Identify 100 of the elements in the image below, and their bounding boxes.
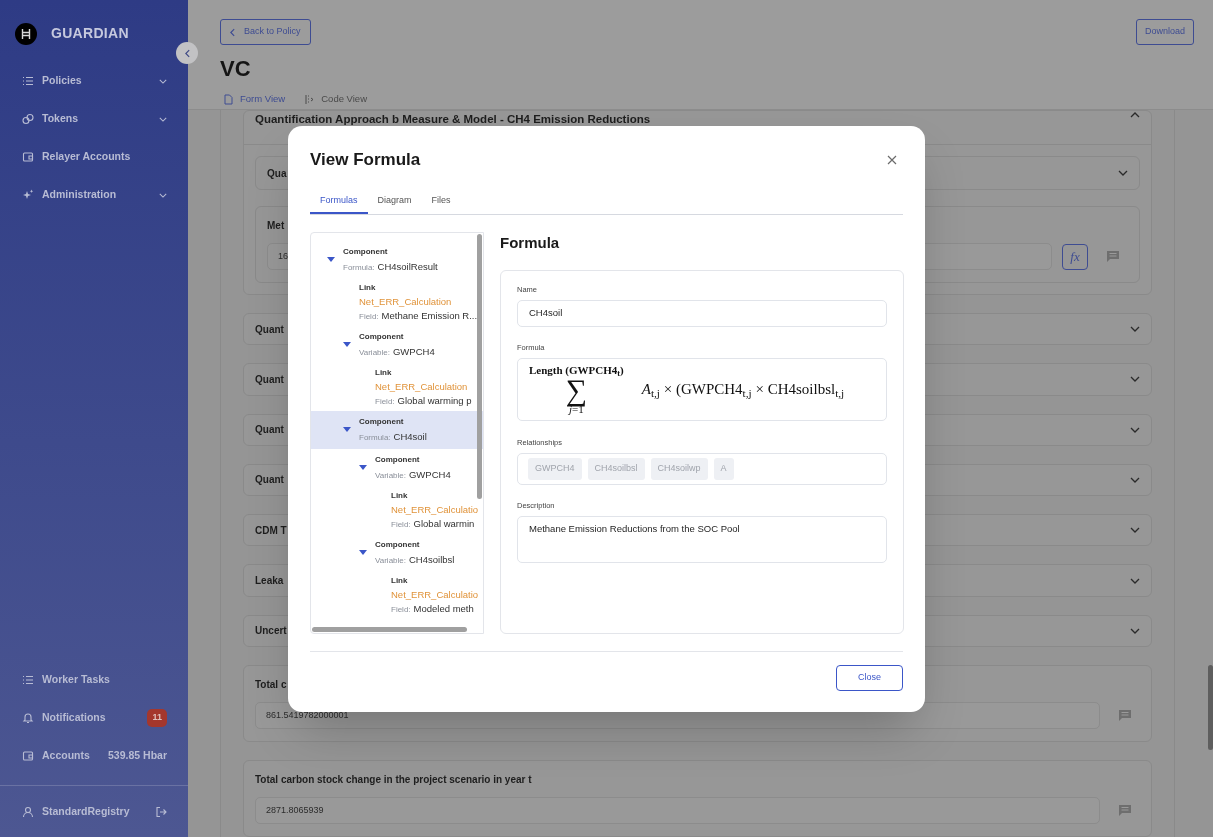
link-name: Net_ERR_Calculation: [375, 380, 469, 394]
chevron-up-icon[interactable]: [1130, 112, 1140, 118]
user-icon: [22, 805, 34, 818]
coins-icon: [22, 113, 34, 125]
dialog-tab[interactable]: Formulas: [310, 190, 368, 214]
field-label: Total carbon stock change in the project scenario in year t: [255, 772, 532, 787]
section-title: Leaka: [255, 574, 284, 589]
node-type: Link: [359, 282, 377, 294]
relationship-chip: CH4soilwp: [650, 458, 708, 480]
wallet-icon: [22, 151, 34, 163]
node-type: Component: [343, 246, 389, 258]
section-title: Quant: [255, 372, 284, 387]
nav-item[interactable]: Administration: [0, 176, 188, 214]
chevron-down-icon[interactable]: [1130, 477, 1140, 483]
name-field[interactable]: CH4soil: [517, 300, 887, 327]
nav-item[interactable]: Worker Tasks: [0, 661, 188, 699]
bell-icon: [22, 712, 34, 724]
nav-item[interactable]: Tokens: [0, 100, 188, 138]
list-icon: [22, 674, 34, 686]
field-label: Total c: [255, 677, 287, 692]
caret-down-icon[interactable]: [343, 342, 351, 347]
field-label: Met: [267, 219, 285, 233]
chevron-down-icon[interactable]: [1118, 170, 1128, 176]
node-ref: CH4soil: [393, 430, 427, 444]
node-ref: CH4soilbsl: [409, 553, 455, 567]
caret-down-icon[interactable]: [343, 427, 351, 432]
node-type: Link: [391, 490, 409, 502]
list-icon: [22, 75, 34, 87]
chevron-down-icon[interactable]: [1130, 527, 1140, 534]
dialog-tab[interactable]: Files: [421, 190, 461, 214]
node-type: Component: [375, 454, 421, 466]
input-field[interactable]: 2871.8065939: [255, 796, 1100, 824]
file-icon: [224, 93, 233, 105]
logo-icon: [15, 22, 37, 45]
chevron-down-icon[interactable]: [1130, 426, 1140, 433]
sparkle-icon: [22, 189, 34, 201]
node-ref: GWPCH4: [409, 468, 451, 482]
section-title: Quant: [255, 423, 284, 438]
node-ref: GWPCH4: [393, 345, 435, 359]
chevron-left-icon: [184, 48, 190, 58]
caret-down-icon[interactable]: [359, 550, 367, 555]
node-ref: Global warming p: [397, 394, 472, 408]
node-ref: Methane Emission R...: [381, 309, 478, 323]
node-type: Component: [359, 331, 405, 343]
nav-item[interactable]: Policies: [0, 62, 188, 100]
node-ref-label: Variable:: [375, 555, 406, 567]
chevron-left-icon: [230, 27, 235, 37]
view-tab[interactable]: Code View: [305, 92, 367, 107]
user-menu[interactable]: StandardRegistry: [0, 785, 188, 837]
section-title: CDM T: [255, 523, 287, 538]
node-ref-label: Variable:: [375, 470, 406, 482]
chevron-down-icon[interactable]: [1130, 326, 1140, 333]
node-type: Link: [375, 367, 393, 379]
link-name: Net_ERR_Calculation: [359, 295, 453, 309]
relationship-chip: A: [713, 458, 734, 480]
node-type: Component: [359, 416, 405, 428]
wallet-icon: [22, 750, 34, 762]
node-ref-label: Formula:: [343, 262, 375, 274]
chevron-down-icon[interactable]: [1130, 627, 1140, 634]
close-button[interactable]: Close: [836, 665, 903, 691]
relationship-chip: GWPCH4: [528, 458, 582, 480]
collapse-button[interactable]: [176, 42, 198, 64]
close-icon[interactable]: [887, 155, 897, 165]
scrollbar-thumb[interactable]: [1208, 665, 1213, 750]
account-balance: 539.85 Hbar: [108, 748, 167, 764]
dialog-tab[interactable]: Diagram: [367, 190, 422, 214]
notification-count: 11: [147, 709, 167, 727]
node-ref-label: Field:: [375, 396, 395, 408]
node-ref-label: Field:: [359, 311, 379, 323]
node-ref: CH4soilResult: [377, 260, 438, 274]
section-title: Quantification Approach b Measure & Model - CH4 Emission Reductions: [255, 112, 651, 126]
node-ref: Global warmin: [413, 517, 475, 531]
caret-down-icon[interactable]: [327, 257, 335, 262]
section-title: Uncert: [255, 624, 287, 639]
chevron-down-icon[interactable]: [1130, 577, 1140, 584]
caret-down-icon[interactable]: [359, 465, 367, 470]
nav-item[interactable]: Notifications 11: [0, 699, 188, 737]
tree-item[interactable]: Component Formula: CH4soil: [311, 411, 483, 449]
node-ref-label: Field:: [391, 604, 411, 616]
scrollbar-thumb[interactable]: [477, 234, 482, 499]
section-title: Qua: [267, 166, 287, 181]
node-ref-label: Formula:: [359, 432, 391, 444]
nav-item[interactable]: Accounts 539.85 Hbar: [0, 737, 188, 775]
panel-heading: Formula: [500, 233, 561, 253]
section-title: Quant: [255, 322, 284, 337]
brand-name: GUARDIAN: [51, 24, 129, 43]
chevron-down-icon[interactable]: [1130, 376, 1140, 383]
description-field[interactable]: Methane Emission Reductions from the SOC Pool: [517, 516, 887, 563]
node-type: Component: [375, 539, 421, 551]
section-title: Quant: [255, 473, 284, 488]
logout-icon[interactable]: [155, 805, 167, 818]
node-ref: Modeled meth: [413, 602, 474, 616]
node-ref-label: Field:: [391, 519, 411, 531]
scrollbar-thumb[interactable]: [312, 627, 467, 632]
sum-upper-limit: Length (GWPCH4$_{t}$): [529, 363, 624, 377]
page-title: VC: [220, 56, 252, 82]
formula-expression: A$_{t,j}$ × (GWPCH4$_{t,j}$ × CH4soilbsl$_{t,j}$: [641, 380, 845, 401]
code-icon: [305, 93, 315, 105]
dialog-title: View Formula: [310, 149, 421, 171]
nav-item[interactable]: Relayer Accounts: [0, 138, 188, 176]
